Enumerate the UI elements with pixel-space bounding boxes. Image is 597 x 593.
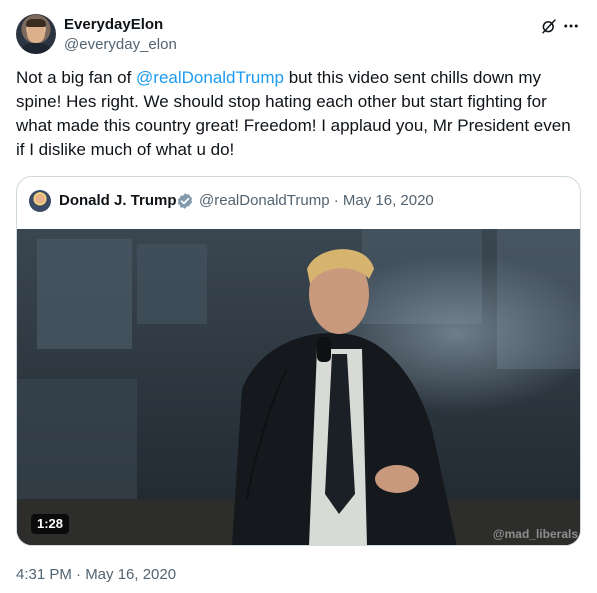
video-player[interactable]: 1:28 @mad_liberals: [17, 229, 580, 545]
author-avatar[interactable]: [16, 14, 56, 54]
tweet-text-part: Not a big fan of: [16, 68, 137, 87]
tweet-header: EverydayElon @everyday_elon: [16, 12, 582, 56]
author-display-name[interactable]: EverydayElon: [64, 15, 163, 35]
mention-link[interactable]: @realDonaldTrump: [136, 68, 284, 87]
quoted-handle-date[interactable]: @realDonaldTrump · May 16, 2020: [199, 192, 434, 210]
tweet-text: Not a big fan of @realDonaldTrump but th…: [16, 66, 576, 162]
more-icon[interactable]: [562, 17, 580, 35]
video-duration-badge: 1:28: [31, 514, 70, 534]
quoted-author-name[interactable]: Donald J. Trump: [59, 192, 177, 210]
quoted-tweet-card[interactable]: Donald J. Trump @realDonaldTrump · May 1…: [16, 176, 581, 546]
video-watermark: @mad_liberals: [492, 527, 578, 541]
grok-icon[interactable]: [540, 17, 558, 35]
video-thumbnail: [17, 229, 580, 545]
verified-badge-icon: [177, 193, 193, 209]
tweet-timestamp[interactable]: 4:31 PM · May 16, 2020: [16, 565, 176, 585]
quoted-author-avatar[interactable]: [29, 190, 51, 212]
author-handle[interactable]: @everyday_elon: [64, 35, 177, 55]
